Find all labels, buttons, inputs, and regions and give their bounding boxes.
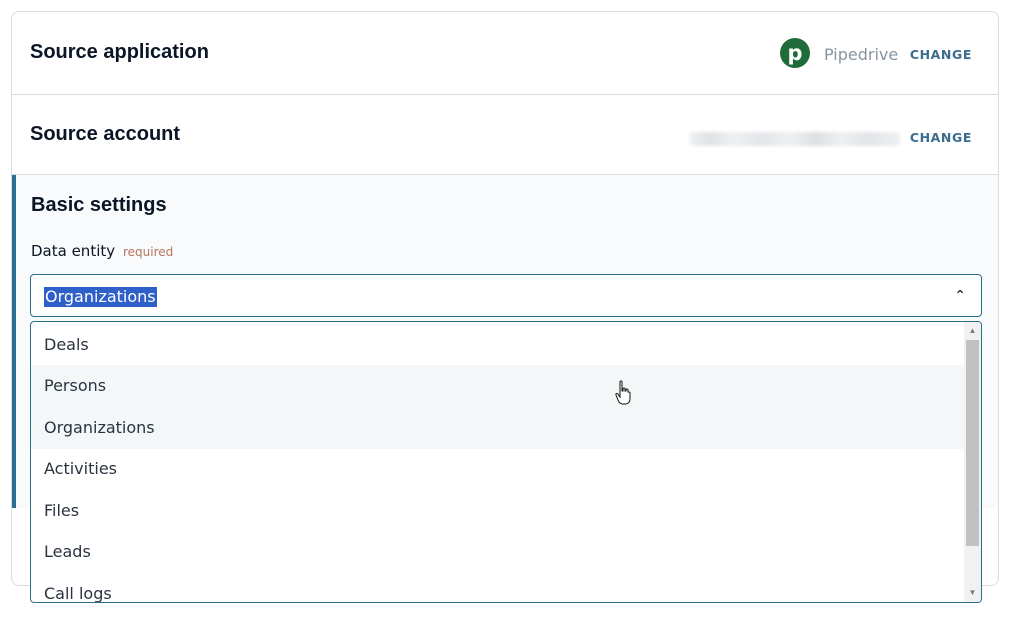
pipedrive-logo-icon: p [780,38,810,68]
data-entity-label: Data entity [31,242,116,260]
basic-settings-title: Basic settings [31,194,167,216]
hand-pointer-cursor-icon [615,380,631,405]
option-call-logs[interactable]: Call logs [31,573,964,602]
scrollbar-thumb[interactable] [966,340,979,546]
change-source-account-button[interactable]: CHANGE [910,130,972,145]
source-application-title: Source application [30,41,209,63]
scroll-down-arrow-icon[interactable]: ▼ [964,584,981,602]
required-indicator: required [123,245,174,259]
data-entity-select[interactable]: Organizations ⌃ [30,274,982,317]
source-application-row: Source application p Pipedrive CHANGE [12,12,998,95]
option-deals[interactable]: Deals [31,324,964,366]
data-entity-selected-value[interactable]: Organizations [44,287,157,307]
source-account-title: Source account [30,123,181,145]
scroll-up-arrow-icon[interactable]: ▲ [964,322,981,340]
option-organizations[interactable]: Organizations [31,407,964,449]
source-account-row: Source account CHANGE [12,95,998,175]
option-activities[interactable]: Activities [31,448,964,490]
source-application-name: Pipedrive [824,45,899,64]
dropdown-scrollbar[interactable]: ▲ ▼ [964,322,981,602]
option-files[interactable]: Files [31,490,964,532]
data-entity-dropdown[interactable]: Deals Persons Organizations Activities F… [30,321,982,603]
chevron-up-icon[interactable]: ⌃ [954,288,966,304]
change-source-application-button[interactable]: CHANGE [910,47,972,62]
source-account-name-redacted [690,132,900,146]
option-leads[interactable]: Leads [31,531,964,573]
option-persons[interactable]: Persons [31,365,964,407]
